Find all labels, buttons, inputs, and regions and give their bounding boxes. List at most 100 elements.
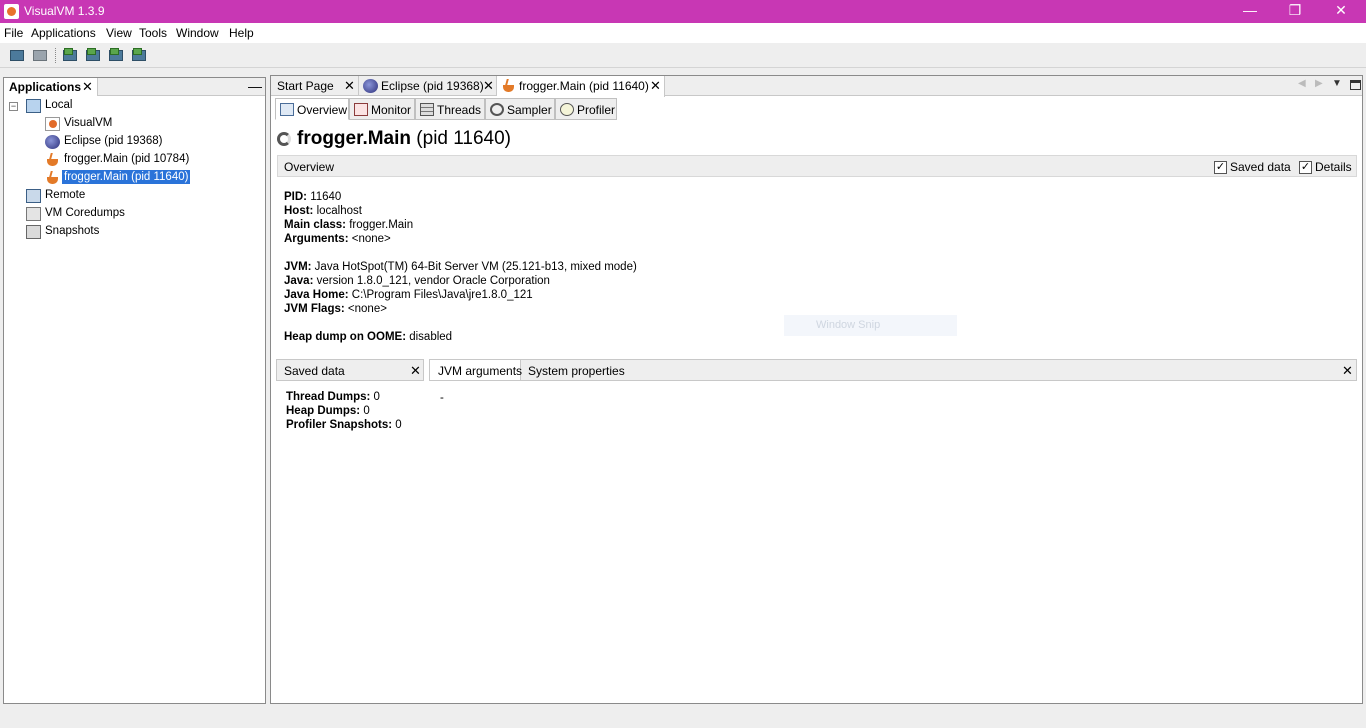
saved-data-close-icon[interactable]: ✕ (410, 363, 421, 379)
stat-heap-dumps: Heap Dumps: 0 (286, 405, 370, 417)
subtab-threads[interactable]: Threads (415, 98, 485, 120)
details-checkbox[interactable]: ✓ (1299, 161, 1312, 174)
jvm-arguments-value: - (440, 392, 444, 404)
overview-icon (280, 103, 294, 116)
page-title: frogger.Main (pid 11640) (297, 128, 511, 150)
tree-node-visualvm[interactable]: VisualVM (8, 116, 258, 133)
profiler-icon (560, 103, 574, 116)
info-value: Java HotSpot(TM) 64-Bit Server VM (25.12… (311, 261, 637, 273)
menu-view[interactable]: View (106, 26, 132, 40)
tab-start-page[interactable]: Start Page ✕ (271, 76, 359, 96)
minimize-panel-icon[interactable]: — (248, 78, 262, 94)
tree-label-frogger-11640: frogger.Main (pid 11640) (62, 170, 191, 184)
tab-frogger-main-label: frogger.Main (pid 11640) (519, 79, 649, 93)
collapse-icon[interactable]: − (9, 102, 18, 111)
window-title: VisualVM 1.3.9 (24, 4, 105, 18)
document-tab-strip: Start Page ✕ Eclipse (pid 19368) ✕ frogg… (271, 76, 1362, 97)
maximize-document-icon[interactable] (1350, 80, 1361, 90)
info-pid: PID: 11640 (284, 191, 341, 203)
saved-data-checkbox[interactable]: ✓ (1214, 161, 1227, 174)
subtab-profiler-label: Profiler (577, 103, 616, 117)
tab-frogger-main-close-icon[interactable]: ✕ (650, 78, 661, 94)
java-app-icon (45, 171, 60, 185)
title-bar: VisualVM 1.3.9 — ❐ ✕ (0, 0, 1366, 23)
info-value: version 1.8.0_121, vendor Oracle Corpora… (313, 275, 550, 287)
subtab-sampler-label: Sampler (507, 103, 552, 117)
scroll-tabs-left-icon[interactable]: ◀ (1298, 78, 1306, 89)
overview-section-title: Overview (284, 160, 335, 174)
applications-tab-close-icon[interactable]: ✕ (82, 79, 93, 95)
close-window-button[interactable]: ✕ (1318, 0, 1364, 23)
subtab-sampler[interactable]: Sampler (485, 98, 555, 120)
info-value: localhost (313, 205, 362, 217)
java-app-icon (501, 79, 516, 93)
jvm-properties-panel-header: JVM arguments System properties ✕ (429, 359, 1357, 381)
heap-dump-icon[interactable] (62, 47, 79, 63)
tree-node-snapshots[interactable]: Snapshots (8, 224, 258, 241)
java-app-icon (45, 153, 60, 167)
subtab-monitor[interactable]: Monitor (349, 98, 415, 120)
eclipse-icon (45, 135, 60, 149)
menu-file[interactable]: File (4, 26, 23, 40)
load-snapshot-icon[interactable] (9, 47, 26, 63)
tab-jvm-arguments[interactable]: JVM arguments (430, 360, 522, 380)
monitor-icon (354, 103, 368, 116)
tree-node-coredumps[interactable]: VM Coredumps (8, 206, 258, 223)
tab-start-page-close-icon[interactable]: ✕ (344, 78, 355, 94)
tree-node-frogger-11640[interactable]: frogger.Main (pid 11640) (8, 170, 258, 187)
tree-label-snapshots: Snapshots (45, 225, 100, 237)
info-arguments: Arguments: <none> (284, 233, 391, 245)
tab-start-page-label: Start Page (277, 79, 334, 93)
visualvm-icon (45, 117, 60, 131)
applications-tab[interactable]: Applications ✕ (4, 78, 98, 96)
show-opened-documents-icon[interactable]: ▼ (1332, 78, 1342, 89)
loading-spinner-icon (277, 132, 291, 146)
info-key: Java: (284, 275, 314, 287)
remote-host-icon (26, 189, 41, 203)
profiler-snapshot-icon[interactable] (108, 47, 125, 63)
subtab-profiler[interactable]: Profiler (555, 98, 617, 120)
page-title-name: frogger.Main (297, 128, 412, 149)
visualvm-app-icon (4, 4, 19, 19)
menu-window[interactable]: Window (176, 26, 219, 40)
tree-node-eclipse[interactable]: Eclipse (pid 19368) (8, 134, 258, 151)
tree-label-local: Local (45, 99, 73, 111)
info-key: Heap dump on OOME: (284, 331, 407, 343)
restore-button[interactable]: ❐ (1272, 0, 1318, 23)
tab-frogger-main[interactable]: frogger.Main (pid 11640) ✕ (497, 76, 665, 97)
info-value: disabled (406, 331, 453, 343)
tab-system-properties[interactable]: System properties (528, 364, 625, 378)
eclipse-icon (363, 79, 378, 93)
application-snapshot-icon[interactable] (131, 47, 148, 63)
info-value: <none> (348, 233, 391, 245)
tree-label-coredumps: VM Coredumps (45, 207, 125, 219)
tree-label-remote: Remote (45, 189, 86, 201)
info-heap-dump-oome: Heap dump on OOME: disabled (284, 331, 452, 343)
info-jvm: JVM: Java HotSpot(TM) 64-Bit Server VM (… (284, 261, 637, 273)
stat-key: Heap Dumps: (286, 405, 361, 417)
saved-data-checkbox-label: Saved data (1230, 160, 1291, 174)
save-icon[interactable] (32, 47, 49, 63)
info-key: Arguments: (284, 233, 349, 245)
stat-thread-dumps: Thread Dumps: 0 (286, 391, 380, 403)
details-checkbox-label: Details (1315, 160, 1352, 174)
minimize-button[interactable]: — (1227, 0, 1273, 23)
window-snip-overlay: Window Snip (784, 315, 957, 336)
menu-tools[interactable]: Tools (139, 26, 167, 40)
jvm-properties-close-icon[interactable]: ✕ (1342, 363, 1353, 379)
tree-node-frogger-10784[interactable]: frogger.Main (pid 10784) (8, 152, 258, 169)
subtab-threads-label: Threads (437, 103, 482, 117)
menu-applications[interactable]: Applications (31, 26, 96, 40)
tab-eclipse[interactable]: Eclipse (pid 19368) ✕ (359, 76, 497, 96)
thread-dump-icon[interactable] (85, 47, 102, 63)
toolbar-separator (55, 48, 56, 63)
tree-node-remote[interactable]: Remote (8, 188, 258, 205)
applications-panel-header: Applications ✕ — (4, 78, 265, 96)
tab-eclipse-close-icon[interactable]: ✕ (483, 78, 494, 94)
menu-help[interactable]: Help (229, 26, 254, 40)
stat-key: Profiler Snapshots: (286, 419, 393, 431)
info-host: Host: localhost (284, 205, 362, 217)
subtab-overview[interactable]: Overview (275, 98, 349, 120)
scroll-tabs-right-icon[interactable]: ▶ (1315, 78, 1323, 89)
tree-node-local[interactable]: − Local (8, 98, 258, 115)
